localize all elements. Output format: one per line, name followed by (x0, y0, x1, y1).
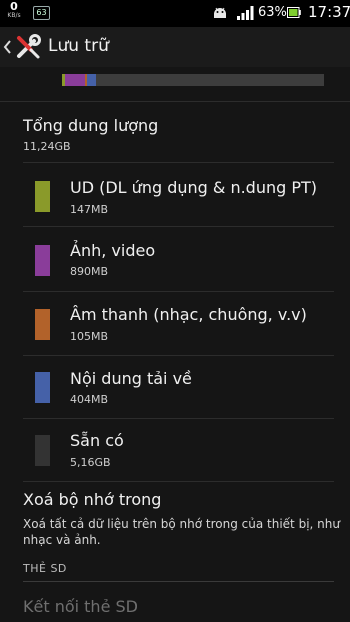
battery-icon (287, 7, 301, 18)
battery-percent: 63% (258, 5, 287, 20)
page-title: Lưu trữ (48, 36, 109, 56)
color-swatch (35, 245, 50, 276)
android-debug-icon (214, 7, 226, 18)
divider (23, 355, 334, 356)
divider (23, 162, 334, 163)
color-swatch (35, 435, 50, 466)
tools-icon[interactable] (14, 33, 42, 61)
category-size: 147MB (70, 203, 109, 216)
mount-sd-card[interactable]: Kết nối thẻ SD (23, 597, 138, 616)
total-capacity-label: Tổng dung lượng (23, 116, 159, 135)
chevron-left-icon[interactable] (3, 39, 12, 55)
category-label: Sẵn có (70, 431, 124, 450)
storage-usage-bar (62, 74, 324, 86)
action-bar: Lưu trữ (0, 27, 350, 67)
category-size: 890MB (70, 265, 109, 278)
status-bar: 0 KB/s 63 63% 17:37 (0, 0, 350, 27)
erase-description: Xoá tất cả dữ liệu trên bộ nhớ trong của… (23, 517, 340, 547)
network-speed: 0 KB/s (6, 1, 22, 19)
debug-badge-icon: 63 (33, 6, 50, 20)
divider (23, 418, 334, 419)
divider (23, 291, 334, 292)
category-label: Âm thanh (nhạc, chuông, v.v) (70, 305, 307, 324)
category-label: Ảnh, video (70, 241, 156, 260)
color-swatch (35, 309, 50, 340)
color-swatch (35, 372, 50, 403)
section-header-sd: THẺ SD (23, 562, 67, 575)
divider (23, 481, 334, 482)
color-swatch (35, 181, 50, 212)
category-size: 404MB (70, 393, 109, 406)
usage-segment-downloads (87, 74, 96, 86)
divider (0, 101, 350, 102)
category-size: 5,16GB (70, 456, 111, 469)
signal-icon (237, 6, 254, 20)
divider (23, 226, 334, 227)
network-speed-value: 0 (10, 0, 18, 13)
usage-segment-photo-video (65, 74, 85, 86)
erase-title: Xoá bộ nhớ trong (23, 490, 162, 509)
network-speed-unit: KB/s (7, 12, 21, 19)
category-label: Nội dung tải về (70, 369, 192, 388)
clock: 17:37 (308, 3, 350, 21)
divider (23, 581, 334, 582)
category-size: 105MB (70, 330, 109, 343)
total-capacity-value: 11,24GB (23, 140, 71, 153)
category-label: UD (DL ứng dụng & n.dung PT) (70, 178, 318, 197)
